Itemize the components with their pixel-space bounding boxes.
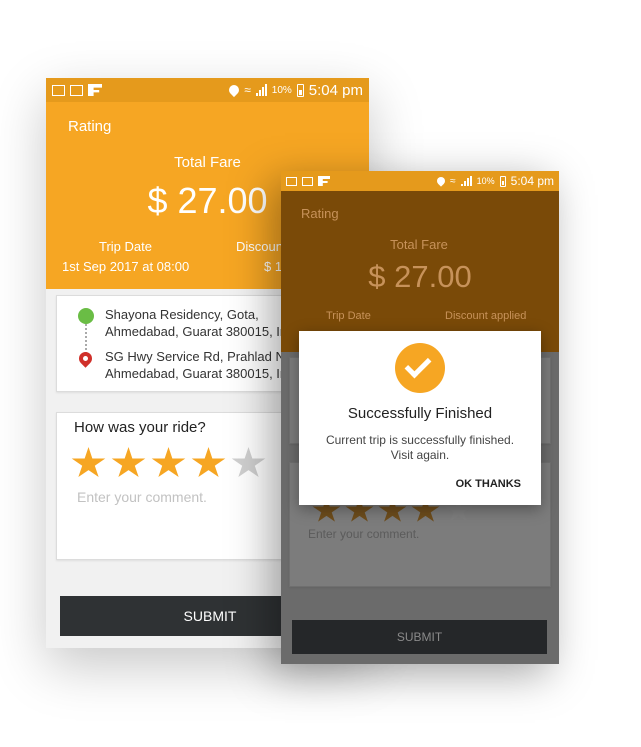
trip-date-label: Trip Date <box>326 310 371 322</box>
page-title: Rating <box>68 118 112 135</box>
news-icon <box>70 84 83 96</box>
signal-icon <box>460 176 472 186</box>
dialog-message: Current trip is successfully finished. <box>325 433 515 447</box>
wifi-icon: ≈ <box>450 175 456 187</box>
star-icon[interactable] <box>151 447 186 478</box>
trip-date-label: Trip Date <box>99 239 152 254</box>
battery-icon <box>499 175 506 187</box>
status-bar: ≈ 10% 5:04 pm <box>281 171 559 191</box>
status-bar: ≈ 10% 5:04 pm <box>46 78 369 102</box>
check-icon <box>395 343 445 393</box>
discount-amount: $ 1 <box>264 259 283 274</box>
success-dialog: Successfully Finished Current trip is su… <box>299 331 541 505</box>
trip-date: 1st Sep 2017 at 08:00 <box>62 259 190 274</box>
discount-label: Discoun <box>236 239 283 254</box>
rating-screen-dialog: ≈ 10% 5:04 pm Rating Total Fare $ 27.00 … <box>281 171 559 664</box>
clock: 5:04 pm <box>510 174 554 188</box>
star-rating[interactable] <box>71 447 266 480</box>
battery-icon <box>296 83 304 97</box>
location-icon <box>435 175 447 187</box>
fare-header: Rating Total Fare $ 27.00 Trip Date Disc… <box>281 191 559 352</box>
star-icon[interactable] <box>231 447 266 478</box>
location-icon <box>227 82 242 98</box>
drop-address: SG Hwy Service Rd, Prahlad Na Ahmedabad,… <box>105 348 292 382</box>
fare-amount: $ 27.00 <box>368 259 472 294</box>
route-connector <box>85 324 87 354</box>
fare-label: Total Fare <box>174 154 241 171</box>
signal-icon <box>255 84 267 96</box>
dialog-message-2: Visit again. <box>390 448 450 462</box>
flipboard-icon <box>318 176 330 186</box>
comment-input: Enter your comment. <box>308 527 420 541</box>
ride-question: How was your ride? <box>74 419 206 436</box>
drop-line-2: Ahmedabad, Guarat 380015, In <box>105 366 288 381</box>
news-icon <box>302 176 313 186</box>
pickup-line-1: Shayona Residency, Gota, <box>105 307 259 322</box>
map-pin-icon <box>76 349 95 368</box>
battery-percent: 10% <box>476 176 495 186</box>
page-title: Rating <box>301 206 339 221</box>
dialog-title: Successfully Finished <box>347 405 493 422</box>
gallery-icon <box>52 84 65 96</box>
star-icon[interactable] <box>111 447 146 478</box>
battery-percent: 10% <box>271 84 292 96</box>
pickup-address: Shayona Residency, Gota, Ahmedabad, Guar… <box>105 306 287 340</box>
ok-thanks-button[interactable]: OK THANKS <box>456 478 521 490</box>
flipboard-icon <box>88 84 102 96</box>
clock: 5:04 pm <box>308 81 363 99</box>
comment-input[interactable]: Enter your comment. <box>77 489 207 505</box>
star-icon[interactable] <box>71 447 106 478</box>
wifi-icon: ≈ <box>244 83 251 97</box>
fare-label: Total Fare <box>390 237 448 252</box>
discount-label: Discount applied <box>445 310 527 322</box>
pickup-line-2: Ahmedabad, Guarat 380015, In <box>105 324 288 339</box>
drop-line-1: SG Hwy Service Rd, Prahlad Na <box>105 349 293 364</box>
star-icon[interactable] <box>191 447 226 478</box>
gallery-icon <box>286 176 297 186</box>
pickup-dot-icon <box>78 308 94 324</box>
submit-button: SUBMIT <box>292 620 547 654</box>
